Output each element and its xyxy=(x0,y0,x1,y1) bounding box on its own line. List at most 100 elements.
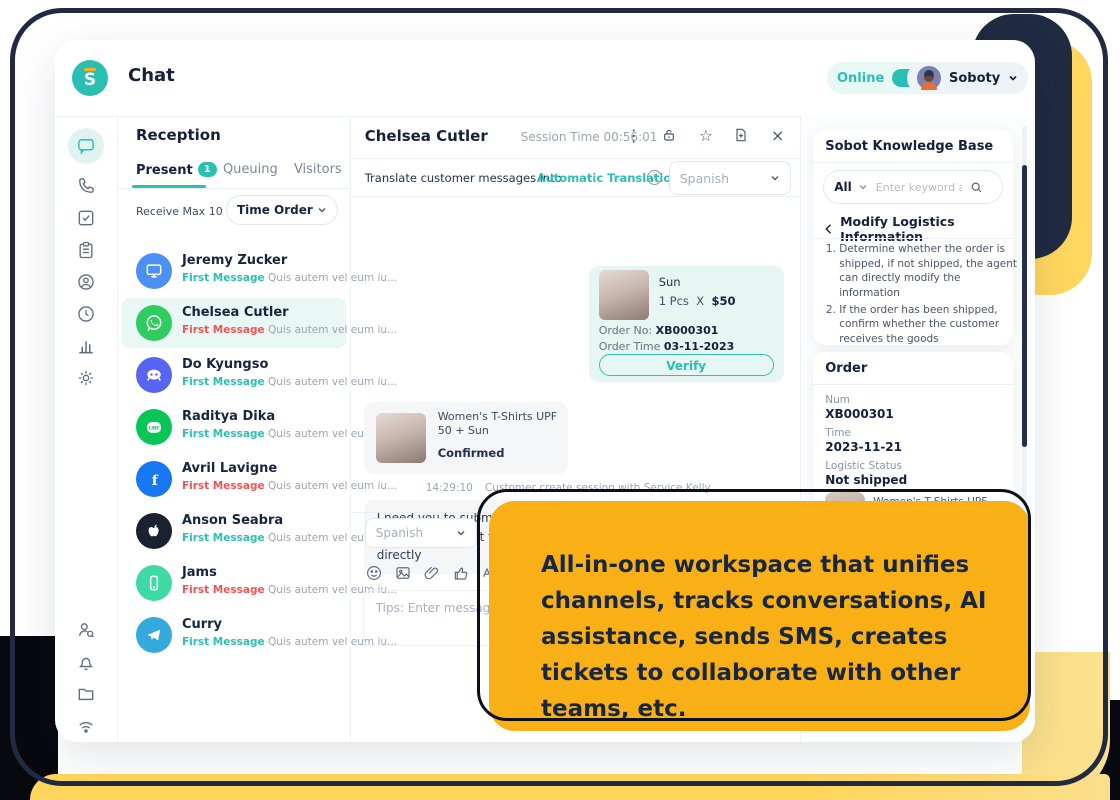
confirm-status: Confirmed xyxy=(438,446,505,460)
lock-session-icon[interactable] xyxy=(661,127,678,144)
confirm-message-card: Women's T-Shirts UPF 50 + Sun Confirmed xyxy=(364,402,568,474)
svg-text:f: f xyxy=(152,473,159,489)
nav-tasks-icon[interactable] xyxy=(76,208,96,228)
knowledge-search: All xyxy=(823,170,1003,204)
nav-notifications-icon[interactable] xyxy=(76,652,96,672)
chevron-left-icon xyxy=(825,223,832,235)
nav-calls-icon[interactable] xyxy=(76,176,96,196)
contact-row[interactable]: LINE Raditya Dika First Message Quis aut… xyxy=(122,402,346,452)
whatsapp-icon xyxy=(136,305,172,341)
chevron-down-icon xyxy=(1008,73,1018,83)
product-image xyxy=(599,270,649,320)
chat-contact-name: Chelsea Cutler xyxy=(365,127,488,145)
close-icon[interactable]: × xyxy=(769,127,786,144)
image-icon[interactable] xyxy=(394,564,412,582)
tab-visitors[interactable]: Visitors xyxy=(294,162,342,177)
online-label: Online xyxy=(837,71,884,86)
contact-row[interactable]: Curry First Message Quis autem vel eum i… xyxy=(122,610,346,660)
reception-title: Reception xyxy=(136,126,221,144)
contact-row-selected[interactable]: Chelsea Cutler First Message Quis autem … xyxy=(122,298,346,348)
knowledge-base-title: Sobot Knowledge Base xyxy=(825,139,993,154)
emoji-icon[interactable] xyxy=(365,564,383,582)
present-count-badge: 1 xyxy=(198,162,217,177)
create-ticket-icon[interactable] xyxy=(733,127,750,144)
tab-queuing[interactable]: Queuing xyxy=(223,162,278,177)
info-icon[interactable]: i xyxy=(647,170,662,185)
order-num-value: XB000301 xyxy=(825,407,894,421)
search-filter-select[interactable]: All xyxy=(834,180,852,194)
chevron-down-icon xyxy=(317,205,327,215)
star-icon[interactable]: ☆ xyxy=(697,127,714,144)
nav-network-icon[interactable] xyxy=(76,716,96,736)
user-name: Soboty xyxy=(949,71,1000,86)
product-image xyxy=(376,413,426,463)
translate-language-select[interactable]: Spanish xyxy=(669,161,791,195)
order-status-value: Not shipped xyxy=(825,473,907,487)
article-step: If the order has been shipped, confirm w… xyxy=(839,303,1021,347)
chat-header: Chelsea Cutler Session Time 00:56:01 ⋮ ☆… xyxy=(351,116,801,159)
apple-icon xyxy=(136,513,172,549)
svg-text:LINE: LINE xyxy=(149,425,160,430)
chevron-down-icon xyxy=(770,173,780,183)
system-event: 14:29:10Customer create session with Ser… xyxy=(426,482,711,494)
order-num-label: Num xyxy=(825,394,850,406)
telegram-icon xyxy=(136,617,172,653)
contact-row[interactable]: Jeremy Zucker First Message Quis autem v… xyxy=(122,246,346,296)
nav-rail xyxy=(55,116,118,742)
more-options-icon[interactable]: ⋮ xyxy=(625,127,642,144)
message-input-placeholder: Tips: Enter messages xyxy=(376,601,504,615)
product-name: Sun xyxy=(659,275,681,289)
contact-row[interactable]: Do Kyungso First Message Quis autem vel … xyxy=(122,350,346,400)
order-card-title: Order xyxy=(825,361,867,376)
nav-agents-icon[interactable] xyxy=(76,272,96,292)
attachment-icon[interactable] xyxy=(423,564,441,582)
receive-max-label: Receive Max 10 xyxy=(136,205,223,218)
line-icon: LINE xyxy=(136,409,172,445)
product-price: $50 xyxy=(711,294,735,308)
translate-label: Translate customer messages into xyxy=(365,171,562,185)
article-step: Determine whether the order is shipped, … xyxy=(839,242,1021,301)
active-tab-underline xyxy=(132,185,206,188)
order-time-label: Time xyxy=(825,427,851,439)
article-steps: Determine whether the order is shipped, … xyxy=(823,242,1021,349)
contact-row[interactable]: Anson Seabra First Message Quis autem ve… xyxy=(122,506,346,556)
app-header: S Chat Online Soboty xyxy=(55,40,1035,117)
sobot-logo[interactable]: S xyxy=(72,60,108,96)
chevron-down-icon xyxy=(456,528,466,538)
nav-agent-search-icon[interactable] xyxy=(76,620,96,640)
order-status-label: Logistic Status xyxy=(825,460,902,472)
logo-letter: S xyxy=(84,70,96,90)
reply-language-select[interactable]: Spanish xyxy=(365,518,477,548)
nav-orders-icon[interactable] xyxy=(76,240,96,260)
discord-icon xyxy=(136,357,172,393)
verify-button[interactable]: Verify xyxy=(599,354,774,376)
article-header[interactable]: Modify Logistics Information xyxy=(825,214,1013,244)
facebook-icon: f xyxy=(136,461,172,497)
time-order-select[interactable]: Time Order xyxy=(226,195,338,225)
contact-list: Jeremy Zucker First Message Quis autem v… xyxy=(118,238,350,742)
nav-analytics-icon[interactable] xyxy=(76,336,96,356)
reception-panel: Reception Present1 Queuing Visitors Rece… xyxy=(118,116,351,742)
nav-files-icon[interactable] xyxy=(76,684,96,704)
contact-row[interactable]: f Avril Lavigne First Message Quis autem… xyxy=(122,454,346,504)
nav-chat-icon[interactable] xyxy=(68,128,104,164)
mobile-icon xyxy=(136,565,172,601)
composer-toolbar xyxy=(365,564,499,582)
page-title: Chat xyxy=(128,65,175,86)
order-date: 03-11-2023 xyxy=(664,340,734,353)
chevron-down-icon xyxy=(858,182,868,192)
kb-search-input[interactable] xyxy=(874,180,964,195)
scrollbar-thumb[interactable] xyxy=(1022,165,1027,447)
search-icon[interactable] xyxy=(970,181,983,194)
tab-present[interactable]: Present1 xyxy=(136,162,217,178)
order-number: XB000301 xyxy=(656,324,719,337)
callout-text: All-in-one workspace that unifies channe… xyxy=(541,547,1003,727)
contact-row[interactable]: Jams First Message Quis autem vel eum iu… xyxy=(122,558,346,608)
nav-history-icon[interactable] xyxy=(76,304,96,324)
user-menu[interactable]: Soboty xyxy=(907,62,1028,94)
nav-settings-icon[interactable] xyxy=(76,368,96,388)
thumbs-up-icon[interactable] xyxy=(452,564,470,582)
webchat-icon xyxy=(136,253,172,289)
confirm-product-title: Women's T-Shirts UPF 50 + Sun xyxy=(438,410,563,439)
product-message-card: Sun 1 Pcs X $50 Order No: XB000301 Order… xyxy=(589,266,784,382)
